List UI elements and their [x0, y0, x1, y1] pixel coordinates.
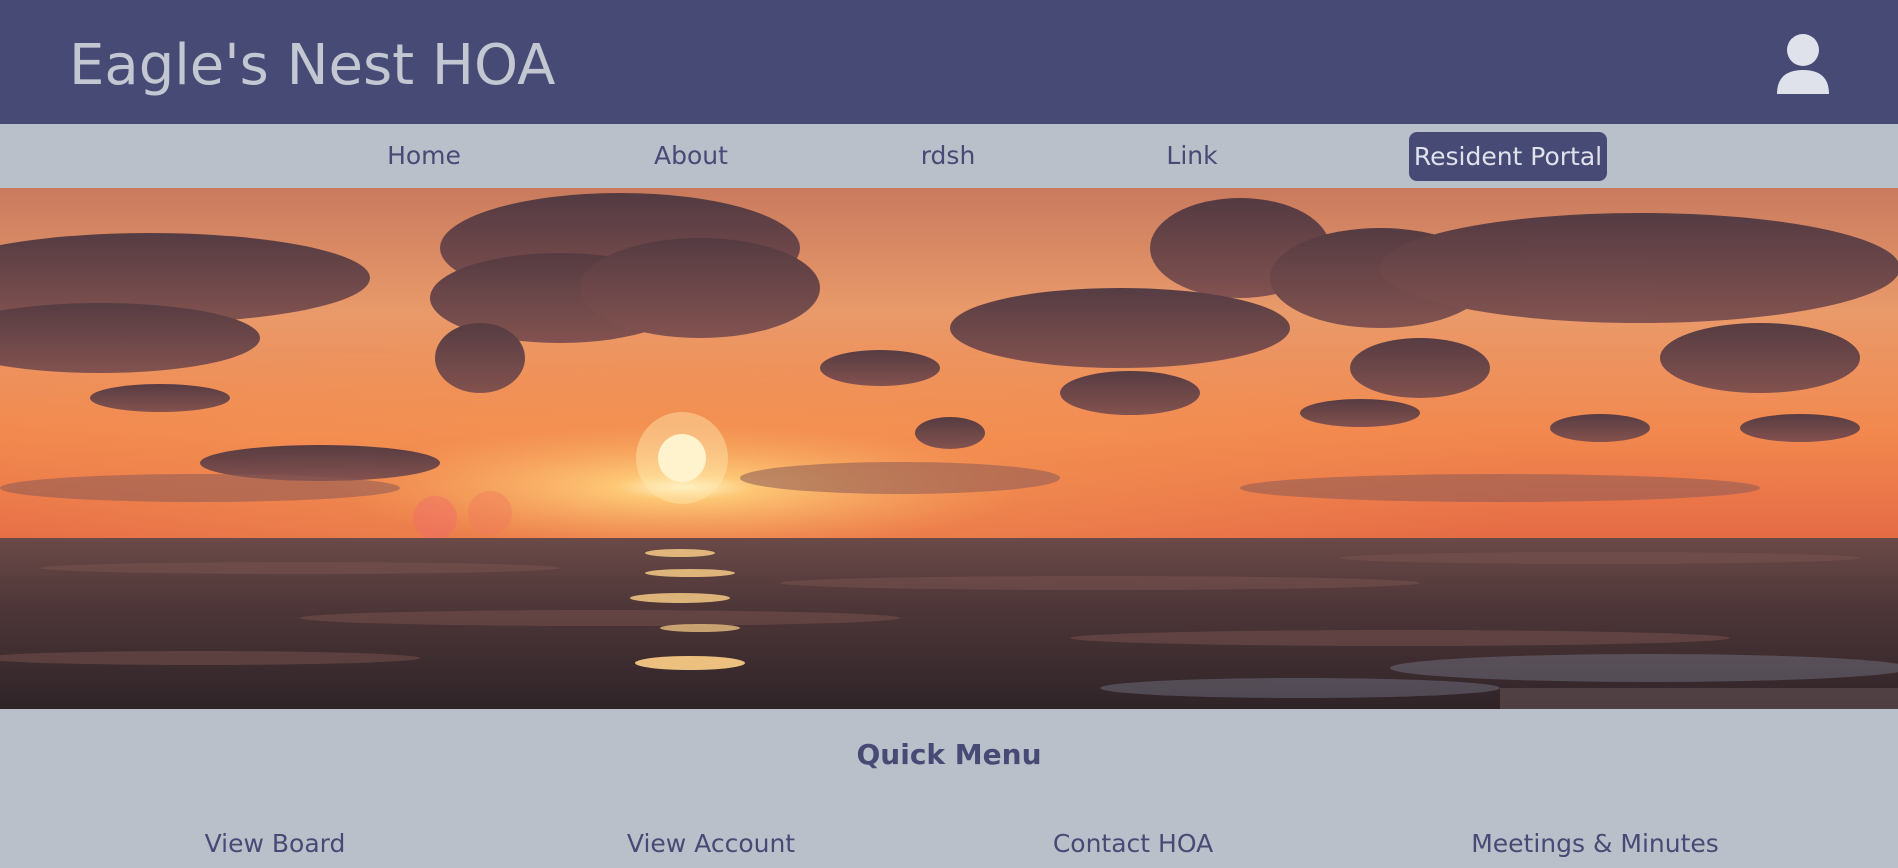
nav-item-rdsh[interactable]: rdsh	[921, 124, 976, 188]
quick-link-contact-hoa[interactable]: Contact HOA	[1053, 824, 1213, 864]
site-header: Eagle's Nest HOA	[0, 0, 1898, 124]
nav-item-about[interactable]: About	[654, 124, 728, 188]
nav-item-home[interactable]: Home	[387, 124, 461, 188]
site-title[interactable]: Eagle's Nest HOA	[69, 30, 555, 102]
nav-item-link[interactable]: Link	[1166, 124, 1217, 188]
resident-portal-button[interactable]: Resident Portal	[1409, 132, 1607, 181]
quick-link-view-board[interactable]: View Board	[205, 824, 346, 864]
quick-link-view-account[interactable]: View Account	[627, 824, 795, 864]
quick-link-meetings-minutes[interactable]: Meetings & Minutes	[1471, 824, 1719, 864]
hero-sunset-image	[0, 188, 1898, 709]
user-icon[interactable]	[1775, 32, 1831, 96]
quick-menu-title: Quick Menu	[856, 738, 1042, 771]
main-nav: Home About rdsh Link	[0, 124, 1898, 188]
